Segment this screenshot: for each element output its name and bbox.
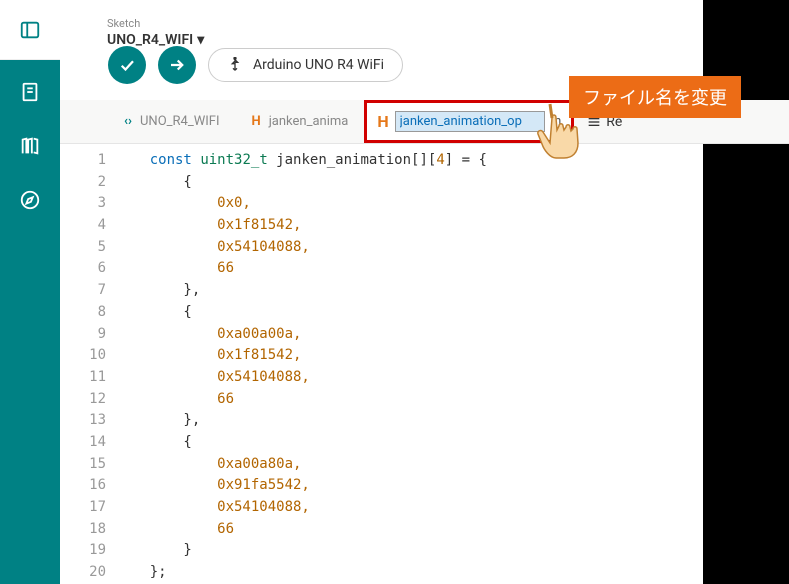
library-icon[interactable] [18,134,42,158]
sketch-label: Sketch [107,17,140,30]
tab-label: UNO_R4_WIFI [140,114,220,129]
board-name-dropdown[interactable]: UNO_R4_WIFI ▾ [107,32,204,48]
tab-header-file-1[interactable]: H janken_anima [236,102,365,141]
upload-button[interactable] [158,46,196,84]
tab-label: janken_anima [269,114,349,129]
board-selector[interactable]: Arduino UNO R4 WiFi [208,48,403,82]
verify-button[interactable] [108,46,146,84]
tab-main-sketch[interactable]: ‹› UNO_R4_WIFI [108,102,236,141]
header-file-icon: H [377,112,388,131]
code-editor[interactable]: 1 2 3 4 5 6 7 8 9 10 11 12 13 14 15 16 1… [60,144,789,584]
collapse-sidebar-button[interactable] [0,0,60,60]
header-file-icon: H [252,114,261,129]
sketch-file-icon: ‹› [124,114,132,129]
sketchbook-icon[interactable] [18,80,42,104]
chevron-down-icon: ▾ [197,32,204,48]
usb-icon [227,57,243,73]
board-selector-label: Arduino UNO R4 WiFi [253,57,384,73]
board-name-text: UNO_R4_WIFI [107,32,193,48]
line-number-gutter: 1 2 3 4 5 6 7 8 9 10 11 12 13 14 15 16 1… [60,150,116,584]
explore-icon[interactable] [18,188,42,212]
filename-input[interactable] [395,111,545,132]
annotation-callout: ファイル名を変更 [569,76,741,118]
code-content[interactable]: const uint32_t janken_animation[][4] = {… [116,150,789,584]
